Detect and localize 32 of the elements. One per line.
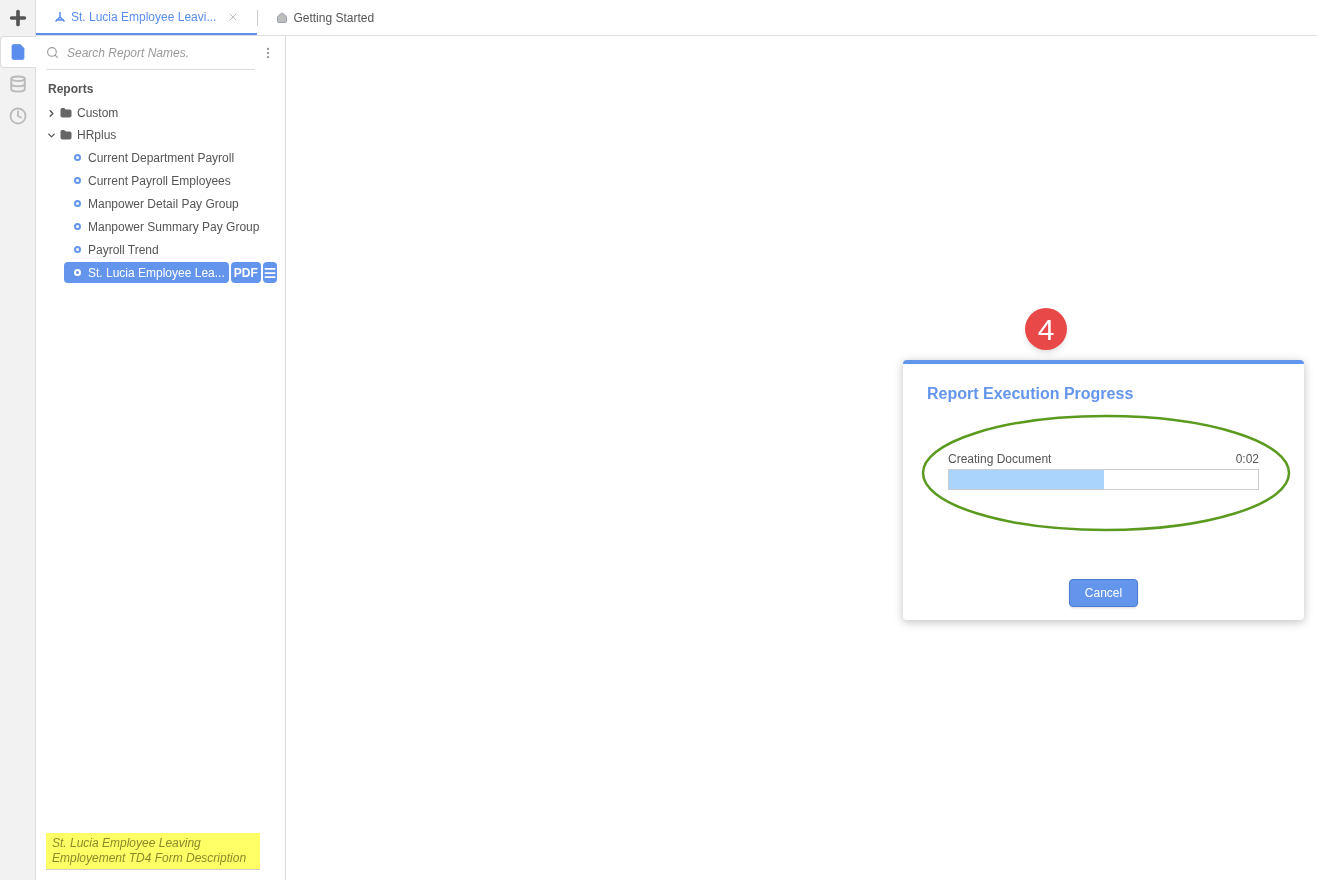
step-badge: 4 [1025,308,1067,350]
chevron-icon [46,107,57,119]
rail-tab[interactable] [0,36,36,68]
report-description: St. Lucia Employee Leaving Employement TD4 Form Description [46,833,260,869]
menu-button[interactable] [262,262,277,283]
report-item[interactable]: Payroll Trend [64,239,163,260]
dialog-title: Report Execution Progress [927,384,1135,404]
elapsed-time: 0:02 [1235,451,1259,468]
database-icon [8,75,27,93]
report-bullet-icon [74,177,81,184]
report-bullet-icon [74,246,81,253]
report-bullet-icon [74,200,81,207]
search-icon [46,46,59,59]
report-item[interactable]: Current Department Payroll [64,147,239,168]
report-item[interactable]: Manpower Summary Pay Group [64,216,264,237]
tree-heading: Reports [47,81,95,98]
acrobat-icon [54,10,66,23]
folder-icon [60,129,72,141]
document-tab[interactable]: Getting Started [258,0,393,35]
progress-status: Creating Document [948,451,1052,468]
folder-item[interactable]: HRplus [46,124,117,146]
folder-icon [60,107,72,119]
report-bullet-icon [74,223,81,230]
home-icon [276,11,289,24]
folder-item[interactable]: Custom [46,102,119,124]
report-bullet-icon [74,154,81,161]
report-item[interactable]: Manpower Detail Pay Group [64,193,243,214]
clock-icon [8,107,27,125]
report-bullet-icon [74,269,81,276]
document-icon [9,43,27,61]
report-item[interactable]: Current Payroll Employees [64,170,235,191]
search-field[interactable]: Search Report Names. [67,43,255,62]
